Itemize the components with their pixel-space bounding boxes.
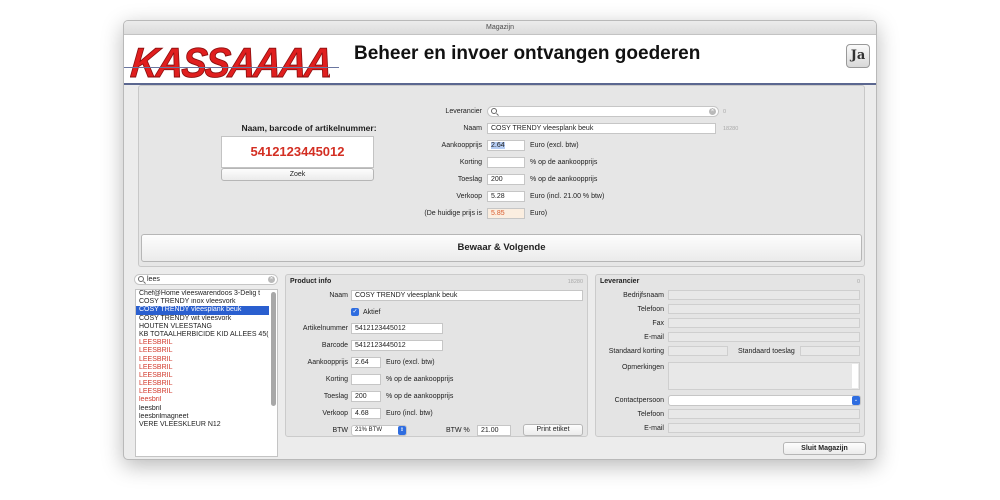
product-toeslag-label: Toeslag (323, 393, 348, 400)
huidige-prijs-field: 5.85 (487, 208, 525, 219)
aankoop-unit: Euro (excl. btw) (530, 142, 579, 149)
leverancier-panel-title: Leverancier (600, 278, 640, 285)
aankoop-label: Aankoopprijs (441, 142, 482, 149)
product-info-panel: Product info 18280 Naam COSY TRENDY vlee… (285, 274, 588, 437)
btw-pct-label: BTW % (446, 427, 470, 434)
verkoop-field[interactable]: 5.28 (487, 191, 525, 202)
naam-count: 18280 (723, 126, 739, 132)
product-verkoop-unit: Euro (incl. btw) (386, 410, 433, 417)
korting-unit: % op de aankoopprijs (530, 159, 598, 166)
page-title: Beheer en invoer ontvangen goederen (354, 43, 701, 64)
huidige-prijs-unit: Euro) (530, 210, 548, 217)
contactpersoon-select[interactable]: ⌄ (668, 395, 861, 406)
email2-label: E-mail (644, 425, 664, 432)
btw-label: BTW (332, 427, 348, 434)
barcode-field[interactable]: 5412123445012 (351, 340, 443, 351)
product-aankoop-unit: Euro (excl. btw) (386, 359, 435, 366)
list-scrollbar[interactable] (271, 292, 276, 406)
verkoop-unit: Euro (incl. 21.00 % btw) (530, 193, 605, 200)
product-korting-unit: % op de aankoopprijs (386, 376, 454, 383)
leverancier-label: Leverancier (445, 108, 482, 115)
header-rule (124, 67, 339, 68)
huidige-prijs-label: (De huidige prijs is (424, 210, 482, 217)
app-icon[interactable]: Ja (846, 44, 870, 68)
telefoon-label: Telefoon (637, 306, 664, 313)
header: KASSAAAAA Beheer en invoer ontvangen goe… (124, 35, 876, 85)
zoek-button[interactable]: Zoek (221, 168, 374, 181)
telefoon2-label: Telefoon (637, 411, 664, 418)
list-search-value: lees (147, 276, 160, 283)
select-arrow-icon: ⇕ (398, 426, 406, 435)
list-item[interactable]: COSY TRENDY vleesplank beuk (136, 306, 269, 315)
product-count: 18280 (567, 279, 583, 285)
btw-select[interactable]: 21% BTW ⇕ (351, 425, 407, 436)
std-toeslag-label: Standaard toeslag (738, 348, 795, 355)
entry-panel: Naam, barcode of artikelnummer: 54121234… (138, 85, 865, 267)
naam-field[interactable]: COSY TRENDY vleesplank beuk (487, 123, 716, 134)
product-info-title: Product info (290, 278, 332, 285)
verkoop-label: Verkoop (456, 193, 482, 200)
product-aankoop-field[interactable]: 2.64 (351, 357, 381, 368)
artikel-field[interactable]: 5412123445012 (351, 323, 443, 334)
search-icon (138, 276, 144, 282)
barcode-label: Barcode (321, 342, 348, 349)
barcode-input[interactable]: 5412123445012 (221, 136, 374, 168)
sluit-magazijn-button[interactable]: Sluit Magazijn (783, 442, 866, 455)
aankoop-field[interactable]: 2.64 (487, 140, 525, 151)
toeslag-field[interactable]: 200 (487, 174, 525, 185)
opmerkingen-field[interactable] (668, 362, 860, 390)
product-aankoop-label: Aankoopprijs (307, 359, 348, 366)
std-korting-field[interactable] (668, 346, 728, 356)
product-toeslag-field[interactable]: 200 (351, 391, 381, 402)
window-title: Magazijn (124, 21, 876, 35)
magazijn-window: Magazijn KASSAAAAA Beheer en invoer ontv… (123, 20, 877, 460)
leverancier-count: 0 (723, 109, 727, 115)
korting-field[interactable] (487, 157, 525, 168)
bedrijfsnaam-field[interactable] (668, 290, 860, 300)
bedrijfsnaam-label: Bedrijfsnaam (623, 292, 664, 299)
aktief-checkbox[interactable]: ✓ (351, 308, 359, 316)
list-search[interactable]: lees × (134, 274, 278, 285)
telefoon-field[interactable] (668, 304, 860, 314)
leverancier-search[interactable]: × (487, 106, 719, 117)
email-field[interactable] (668, 332, 860, 342)
std-toeslag-field[interactable] (800, 346, 860, 356)
clear-icon[interactable]: × (709, 108, 716, 115)
btw-pct-field[interactable]: 21.00 (477, 425, 511, 436)
product-verkoop-label: Verkoop (322, 410, 348, 417)
opmerkingen-label: Opmerkingen (621, 364, 664, 371)
aktief-label: Aktief (363, 309, 381, 316)
chevron-down-icon: ⌄ (852, 396, 860, 405)
leverancier-panel: Leverancier 0 Bedrijfsnaam Telefoon Fax … (595, 274, 865, 437)
list-item[interactable]: COSY TRENDY inox vleesvork (136, 298, 269, 306)
telefoon2-field[interactable] (668, 409, 860, 419)
svg-text:KASSAAAAA: KASSAAAAA (130, 40, 330, 83)
list-item[interactable]: KB TOTAALHERBICIDE KID ALLEES 45( (136, 331, 269, 339)
toeslag-label: Toeslag (457, 176, 482, 183)
email-label: E-mail (644, 334, 664, 341)
kassa-logo: KASSAAAAA (130, 40, 330, 83)
fax-field[interactable] (668, 318, 860, 328)
product-korting-label: Korting (325, 376, 348, 383)
toeslag-unit: % op de aankoopprijs (530, 176, 598, 183)
email2-field[interactable] (668, 423, 860, 433)
leverancier-panel-count: 0 (856, 279, 860, 285)
fax-label: Fax (652, 320, 664, 327)
product-verkoop-field[interactable]: 4.68 (351, 408, 381, 419)
contactpersoon-label: Contactpersoon (614, 397, 664, 404)
search-icon (491, 108, 497, 114)
product-korting-field[interactable] (351, 374, 381, 385)
clear-icon[interactable]: × (268, 276, 275, 283)
product-toeslag-unit: % op de aankoopprijs (386, 393, 454, 400)
naam-label: Naam (463, 125, 482, 132)
korting-label: Korting (459, 159, 482, 166)
std-korting-label: Standaard korting (608, 348, 664, 355)
bewaar-volgende-button[interactable]: Bewaar & Volgende (141, 234, 862, 262)
artikel-label: Artikelnummer (302, 325, 348, 332)
list-item[interactable]: COSY TRENDY wit vleesvork (136, 315, 269, 323)
product-naam-label: Naam (329, 292, 348, 299)
